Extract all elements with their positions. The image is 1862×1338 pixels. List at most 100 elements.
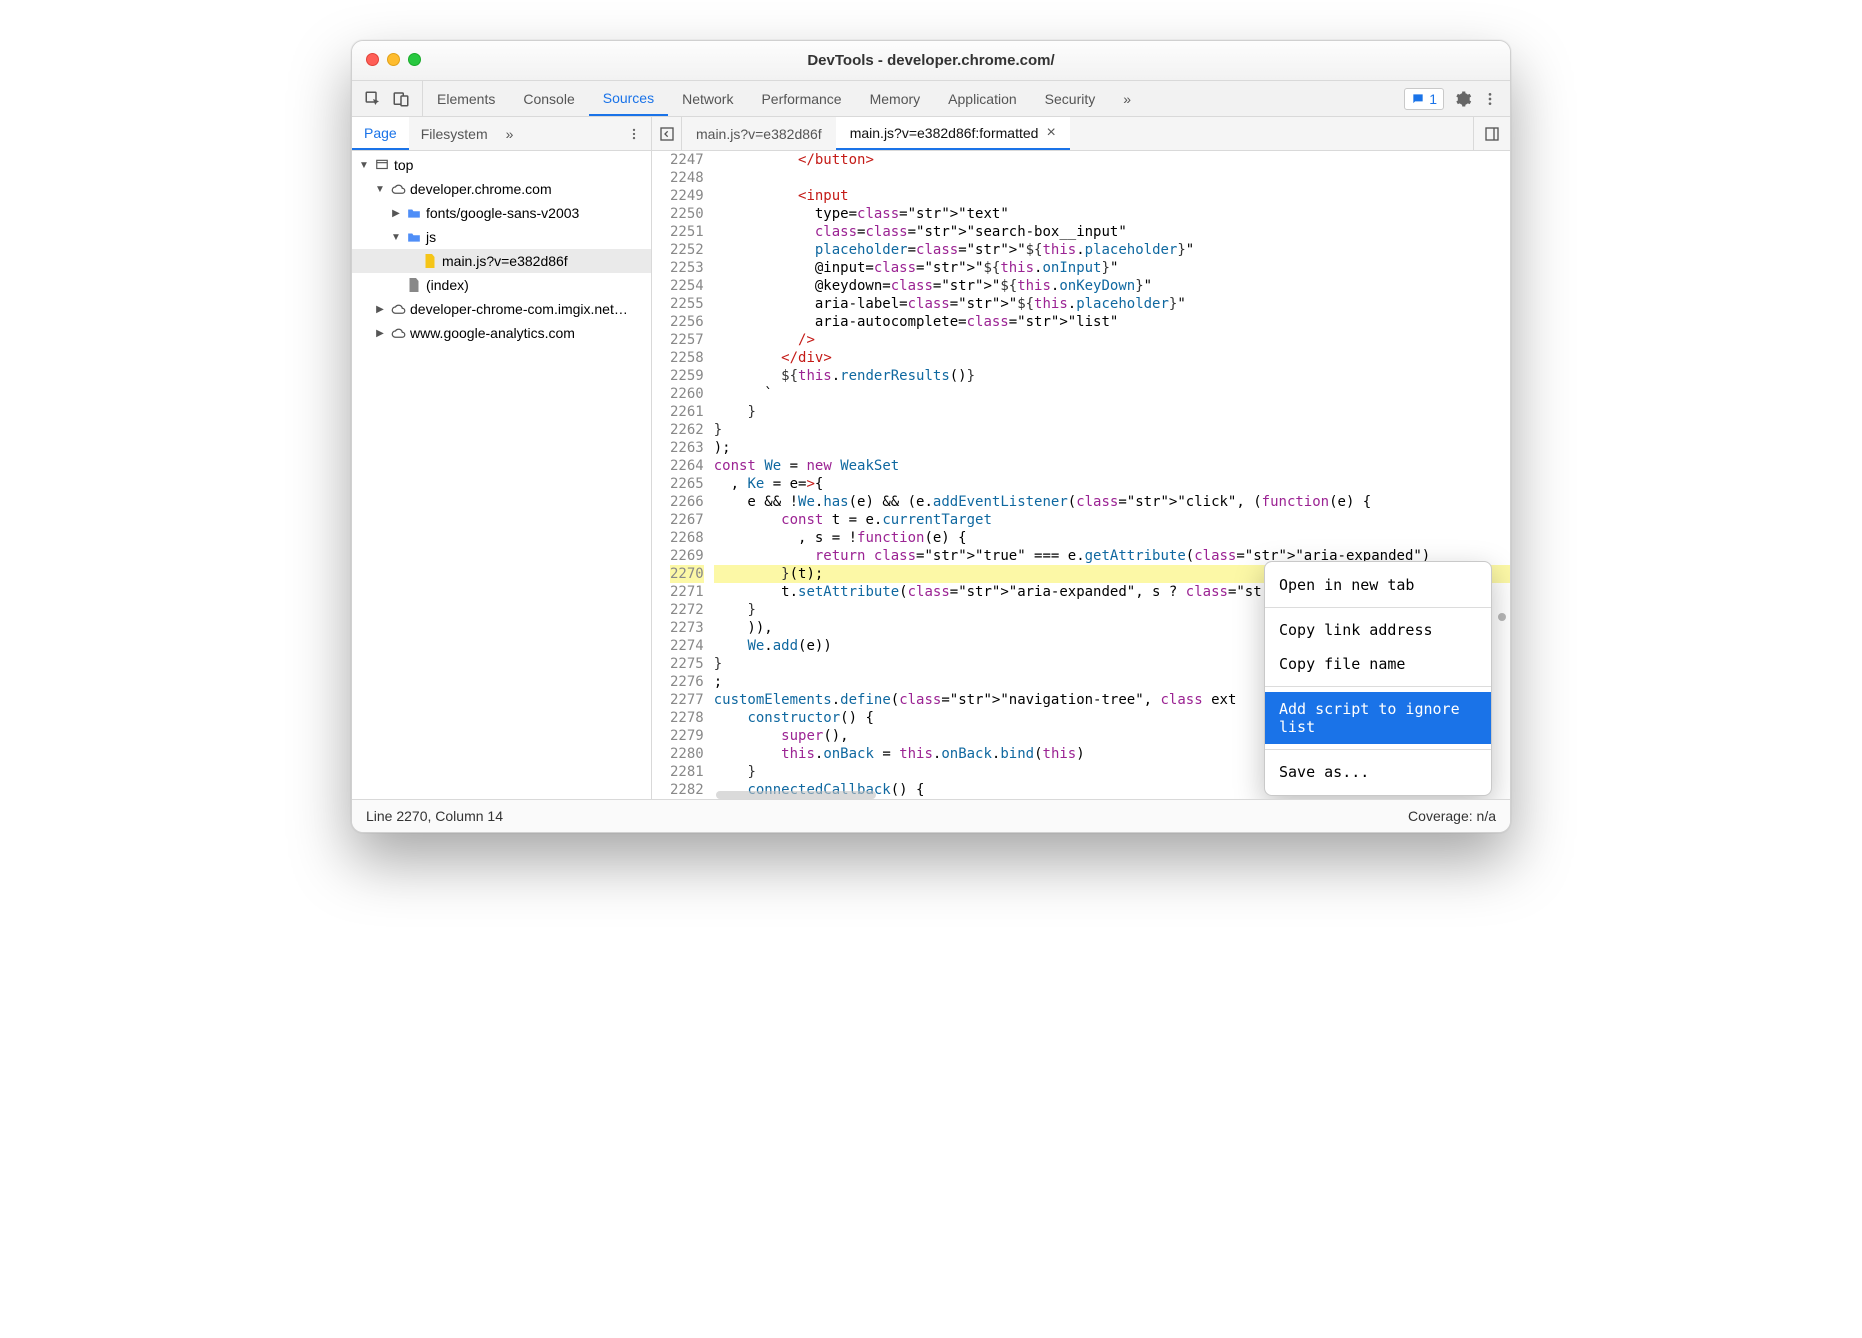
issues-count: 1 <box>1429 91 1437 107</box>
code-line[interactable]: type=class="str">"text" <box>714 205 1510 223</box>
ctx-separator <box>1265 607 1491 608</box>
tab-network[interactable]: Network <box>668 81 747 116</box>
cloud-icon <box>390 184 406 195</box>
code-line[interactable]: <input <box>714 187 1510 205</box>
sidebar-kebab-icon[interactable] <box>617 117 651 150</box>
file-tree: ▼ top ▼ developer.chrome.com ▶ fonts/goo… <box>352 151 651 799</box>
main-tabs: Elements Console Sources Network Perform… <box>352 81 1510 117</box>
tree-fonts[interactable]: ▶ fonts/google-sans-v2003 <box>352 201 651 225</box>
cloud-icon <box>390 304 406 315</box>
tree-label: fonts/google-sans-v2003 <box>426 205 579 221</box>
file-tab-label: main.js?v=e382d86f:formatted <box>850 125 1039 141</box>
tab-performance[interactable]: Performance <box>747 81 855 116</box>
tree-label: top <box>394 157 413 173</box>
code-line[interactable]: </div> <box>714 349 1510 367</box>
code-area: 2247224822492250225122522253225422552256… <box>652 151 1510 799</box>
status-cursor: Line 2270, Column 14 <box>366 808 503 824</box>
sidebar-tab-page[interactable]: Page <box>352 117 409 150</box>
horizontal-scroll-thumb[interactable] <box>716 791 876 799</box>
tree-js[interactable]: ▼ js <box>352 225 651 249</box>
cloud-icon <box>390 328 406 339</box>
tab-memory[interactable]: Memory <box>856 81 935 116</box>
tree-ga[interactable]: ▶ www.google-analytics.com <box>352 321 651 345</box>
statusbar: Line 2270, Column 14 Coverage: n/a <box>352 800 1510 832</box>
tree-domain[interactable]: ▼ developer.chrome.com <box>352 177 651 201</box>
code-line[interactable]: const t = e.currentTarget <box>714 511 1510 529</box>
code-line[interactable] <box>714 169 1510 187</box>
code-line[interactable]: /> <box>714 331 1510 349</box>
code-line[interactable]: aria-autocomplete=class="str">"list" <box>714 313 1510 331</box>
code-line[interactable]: ); <box>714 439 1510 457</box>
device-toolbar-icon[interactable] <box>392 90 410 108</box>
code-line[interactable]: e && !We.has(e) && (e.addEventListener(c… <box>714 493 1510 511</box>
folder-icon <box>406 207 422 219</box>
editor: main.js?v=e382d86f main.js?v=e382d86f:fo… <box>652 117 1510 799</box>
code-line[interactable]: } <box>714 403 1510 421</box>
code-line[interactable]: class=class="str">"search-box__input" <box>714 223 1510 241</box>
ctx-separator <box>1265 686 1491 687</box>
scroll-thumb-icon[interactable] <box>1498 613 1506 621</box>
tabs-overflow[interactable]: » <box>1109 81 1145 116</box>
code-line[interactable]: </button> <box>714 151 1510 169</box>
tab-sources[interactable]: Sources <box>589 81 668 116</box>
frame-icon <box>374 158 390 172</box>
tree-mainjs[interactable]: main.js?v=e382d86f <box>352 249 651 273</box>
file-tab-mainjs[interactable]: main.js?v=e382d86f <box>682 117 836 150</box>
file-tab-mainjs-formatted[interactable]: main.js?v=e382d86f:formatted × <box>836 117 1070 150</box>
gutter: 2247224822492250225122522253225422552256… <box>652 151 714 799</box>
folder-icon <box>406 231 422 243</box>
tree-label: developer.chrome.com <box>410 181 552 197</box>
gear-icon[interactable] <box>1454 90 1472 108</box>
tab-elements[interactable]: Elements <box>423 81 509 116</box>
tab-security[interactable]: Security <box>1031 81 1110 116</box>
window-title: DevTools - developer.chrome.com/ <box>807 52 1054 69</box>
sidebar-tabs: Page Filesystem » <box>352 117 651 151</box>
toggle-sidebar-icon[interactable] <box>1484 126 1500 142</box>
tree-imgix[interactable]: ▶ developer-chrome-com.imgix.net… <box>352 297 651 321</box>
tree-label: developer-chrome-com.imgix.net… <box>410 301 628 317</box>
status-coverage: Coverage: n/a <box>1408 808 1496 824</box>
maximize-window-button[interactable] <box>408 53 421 66</box>
tree-label: (index) <box>426 277 469 293</box>
ctx-copy-link[interactable]: Copy link address <box>1265 613 1491 647</box>
issues-badge[interactable]: 1 <box>1404 88 1444 110</box>
sidebar-tab-overflow[interactable]: » <box>500 117 520 150</box>
tree-top[interactable]: ▼ top <box>352 153 651 177</box>
close-tab-icon[interactable]: × <box>1046 124 1055 142</box>
minimize-window-button[interactable] <box>387 53 400 66</box>
code-line[interactable]: } <box>714 421 1510 439</box>
js-file-icon <box>422 254 438 268</box>
ctx-separator <box>1265 749 1491 750</box>
ctx-ignore-list[interactable]: Add script to ignore list <box>1265 692 1491 744</box>
code-line[interactable]: @input=class="str">"${this.onInput}" <box>714 259 1510 277</box>
code-line[interactable]: , s = !function(e) { <box>714 529 1510 547</box>
kebab-icon[interactable] <box>1482 91 1498 107</box>
inspect-element-icon[interactable] <box>364 90 382 108</box>
tab-application[interactable]: Application <box>934 81 1031 116</box>
code-line[interactable]: , Ke = e=>{ <box>714 475 1510 493</box>
ctx-copy-file[interactable]: Copy file name <box>1265 647 1491 681</box>
close-window-button[interactable] <box>366 53 379 66</box>
tree-label: www.google-analytics.com <box>410 325 575 341</box>
code-line[interactable]: ${this.renderResults()} <box>714 367 1510 385</box>
code-line[interactable]: const We = new WeakSet <box>714 457 1510 475</box>
ctx-save-as[interactable]: Save as... <box>1265 755 1491 789</box>
file-tabs: main.js?v=e382d86f main.js?v=e382d86f:fo… <box>652 117 1510 151</box>
devtools-window: DevTools - developer.chrome.com/ Element… <box>351 40 1511 833</box>
tree-label: js <box>426 229 436 245</box>
code-line[interactable]: @keydown=class="str">"${this.onKeyDown}" <box>714 277 1510 295</box>
context-menu: Open in new tab Copy link address Copy f… <box>1264 561 1492 796</box>
code-line[interactable]: ` <box>714 385 1510 403</box>
tab-console[interactable]: Console <box>509 81 588 116</box>
tree-label: main.js?v=e382d86f <box>442 253 568 269</box>
sources-panel: Page Filesystem » ▼ top ▼ developer.chro… <box>352 117 1510 800</box>
file-tab-label: main.js?v=e382d86f <box>696 126 822 142</box>
navigate-back-icon[interactable] <box>652 117 682 150</box>
code-line[interactable]: aria-label=class="str">"${this.placehold… <box>714 295 1510 313</box>
ctx-open-new-tab[interactable]: Open in new tab <box>1265 568 1491 602</box>
tree-index[interactable]: (index) <box>352 273 651 297</box>
titlebar: DevTools - developer.chrome.com/ <box>352 41 1510 81</box>
sidebar-tab-filesystem[interactable]: Filesystem <box>409 117 500 150</box>
sidebar: Page Filesystem » ▼ top ▼ developer.chro… <box>352 117 652 799</box>
code-line[interactable]: placeholder=class="str">"${this.placehol… <box>714 241 1510 259</box>
